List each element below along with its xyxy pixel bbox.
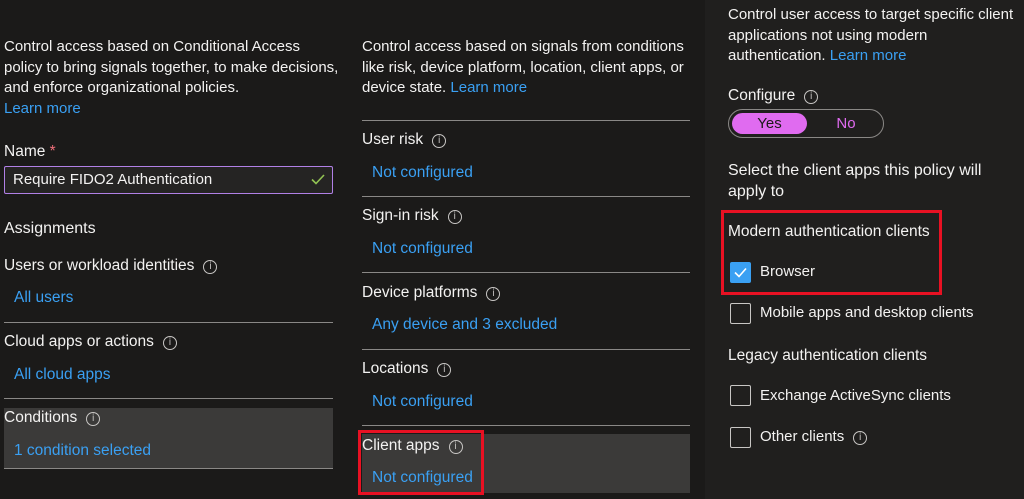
divider [362, 272, 690, 273]
learn-more-link[interactable]: Learn more [4, 100, 81, 117]
conditions-description: Control access based on signals from con… [362, 38, 684, 96]
browser-checkbox[interactable] [730, 262, 751, 283]
conditions-pane: Control access based on signals from con… [345, 0, 705, 499]
info-icon[interactable]: i [203, 260, 218, 274]
users-label: Users or workload identities i [4, 257, 218, 275]
other-clients-checkbox[interactable] [730, 427, 751, 448]
configure-label: Configure i [728, 87, 819, 105]
check-icon [311, 174, 325, 185]
mobile-desktop-label[interactable]: Mobile apps and desktop clients [760, 304, 973, 321]
learn-more-link[interactable]: Learn more [830, 47, 907, 64]
info-icon[interactable]: i [86, 412, 101, 426]
browser-label[interactable]: Browser [760, 263, 815, 280]
divider [4, 468, 333, 469]
divider [362, 349, 690, 350]
assignments-heading: Assignments [4, 220, 96, 237]
info-icon[interactable]: i [804, 90, 819, 104]
sign-in-risk-value-link[interactable]: Not configured [372, 240, 473, 258]
divider [4, 398, 333, 399]
exchange-activesync-checkbox[interactable] [730, 385, 751, 406]
divider [362, 425, 690, 426]
divider [362, 196, 690, 197]
other-clients-label[interactable]: Other clients i [760, 428, 868, 445]
configure-toggle[interactable]: Yes No [728, 109, 884, 138]
required-asterisk: * [49, 143, 56, 160]
policy-description: Control access based on Conditional Acce… [4, 38, 339, 117]
toggle-yes-option[interactable]: Yes [732, 113, 807, 134]
device-platforms-value-link[interactable]: Any device and 3 excluded [372, 316, 557, 334]
learn-more-link[interactable]: Learn more [450, 79, 527, 96]
policy-name-input[interactable]: Require FIDO2 Authentication [4, 166, 333, 194]
info-icon[interactable]: i [437, 363, 452, 377]
info-icon[interactable]: i [162, 336, 177, 350]
locations-value-link[interactable]: Not configured [372, 393, 473, 411]
policy-pane: Control access based on Conditional Acce… [0, 0, 345, 499]
mobile-desktop-checkbox[interactable] [730, 303, 751, 324]
client-apps-pane: Control user access to target specific c… [705, 0, 1024, 499]
sign-in-risk-label: Sign-in risk i [362, 207, 462, 225]
modern-auth-heading: Modern authentication clients [728, 223, 930, 240]
info-icon[interactable]: i [447, 210, 462, 224]
user-risk-label: User risk i [362, 131, 447, 149]
conditions-value-link[interactable]: 1 condition selected [14, 442, 151, 460]
toggle-no-option[interactable]: No [810, 113, 882, 134]
cloud-apps-value-link[interactable]: All cloud apps [14, 366, 111, 384]
locations-label: Locations i [362, 360, 452, 378]
divider [4, 322, 333, 323]
highlight-box [358, 430, 484, 495]
user-risk-value-link[interactable]: Not configured [372, 164, 473, 182]
info-icon[interactable]: i [432, 134, 447, 148]
device-platforms-label: Device platforms i [362, 284, 501, 302]
legacy-auth-heading: Legacy authentication clients [728, 347, 928, 364]
client-apps-description: Control user access to target specific c… [728, 6, 1014, 64]
divider [362, 120, 690, 121]
info-icon[interactable]: i [486, 287, 501, 301]
cloud-apps-label: Cloud apps or actions i [4, 333, 177, 351]
conditions-label: Conditions i [4, 409, 101, 427]
exchange-activesync-label[interactable]: Exchange ActiveSync clients [760, 387, 951, 404]
check-icon [734, 267, 747, 278]
users-value-link[interactable]: All users [14, 289, 73, 307]
info-icon[interactable]: i [853, 431, 868, 445]
select-client-apps-text: Select the client apps this policy will … [728, 162, 982, 200]
name-label: Name * [4, 143, 56, 160]
